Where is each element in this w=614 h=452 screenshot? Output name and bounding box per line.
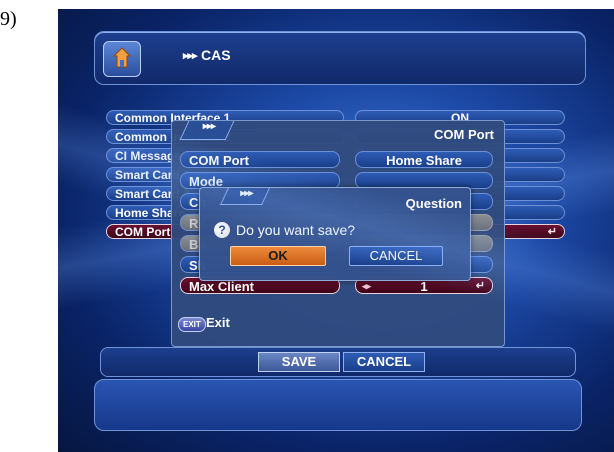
- popup-value-baud: [355, 235, 493, 252]
- popup-value-max-client[interactable]: ◂▸ 1 ↵: [355, 277, 493, 294]
- save-button[interactable]: SAVE: [258, 352, 340, 372]
- dialog-title: Question: [405, 196, 462, 211]
- popup-item-mode[interactable]: Mode: [180, 172, 340, 189]
- question-icon: ?: [214, 222, 230, 238]
- popup-title: COM Port: [434, 127, 494, 142]
- com-port-popup: ▸▸▸ COM Port COM Port Home Share Mode Ch…: [171, 120, 505, 347]
- popup-item-rx: RX: [180, 214, 340, 231]
- menu-value-smart-card-1: [355, 167, 565, 182]
- menu-item-home-share[interactable]: Home Share: [106, 205, 344, 220]
- max-client-value: 1: [420, 279, 428, 294]
- enter-icon: ↵: [475, 280, 485, 292]
- question-dialog: ▸▸▸ Question ? Do you want save? OK CANC…: [199, 187, 471, 281]
- info-panel: [94, 379, 582, 431]
- popup-item-max-client[interactable]: Max Client: [180, 277, 340, 294]
- page-title: CAS: [201, 47, 231, 63]
- dialog-tab: ▸▸▸: [220, 188, 270, 205]
- popup-item-baud: Ba: [180, 235, 340, 252]
- dialog-cancel-button[interactable]: CANCEL: [349, 246, 443, 266]
- popup-value-com-port[interactable]: Home Share: [355, 151, 493, 168]
- menu-value-common-interface-1: ON: [355, 110, 565, 125]
- popup-item-channel[interactable]: Ch: [180, 193, 340, 210]
- popup-item-sh[interactable]: Sh: [180, 256, 340, 273]
- menu-item-common-interface-1[interactable]: Common Interface 1: [106, 110, 344, 125]
- menu-value-ci-message: [355, 148, 565, 163]
- home-icon: [113, 47, 131, 68]
- menu-item-smart-card-1[interactable]: Smart Card 1: [106, 167, 344, 182]
- menu-item-ci-message[interactable]: CI Message: [106, 148, 344, 163]
- menu-item-com-port[interactable]: COM Port: [106, 224, 344, 239]
- header-bar: ▸▸▸ CAS: [94, 31, 586, 85]
- breadcrumb-arrows: ▸▸▸: [183, 50, 198, 62]
- enter-icon: ↵: [547, 226, 557, 238]
- popup-value-mode[interactable]: [355, 172, 493, 189]
- exit-key-badge[interactable]: EXIT: [178, 317, 206, 332]
- cancel-button[interactable]: CANCEL: [343, 352, 425, 372]
- step-number: 9): [0, 8, 17, 30]
- menu-value-home-share: [355, 205, 565, 220]
- bottom-action-bar: SAVE CANCEL: [100, 347, 576, 377]
- exit-label: Exit: [206, 315, 230, 330]
- left-right-arrows-icon: ◂▸: [362, 281, 372, 291]
- popup-tab: ▸▸▸: [179, 121, 235, 140]
- popup-value-rx: [355, 214, 493, 231]
- popup-item-com-port[interactable]: COM Port: [180, 151, 340, 168]
- popup-value-sh[interactable]: [355, 256, 493, 273]
- menu-item-smart-card-2[interactable]: Smart Card 2: [106, 186, 344, 201]
- ok-button[interactable]: OK: [230, 246, 326, 266]
- menu-value-com-port: ↵: [355, 224, 565, 239]
- popup-value-channel[interactable]: [355, 193, 493, 210]
- menu-value-smart-card-2: [355, 186, 565, 201]
- home-button[interactable]: [103, 41, 141, 77]
- tv-screen: ▸▸▸ CAS Common Interface 1 ON Common Int…: [58, 9, 614, 452]
- dialog-question: Do you want save?: [236, 222, 356, 238]
- menu-value-common-interface-2: [355, 129, 565, 144]
- menu-item-common-interface-2[interactable]: Common Interface 2: [106, 129, 344, 144]
